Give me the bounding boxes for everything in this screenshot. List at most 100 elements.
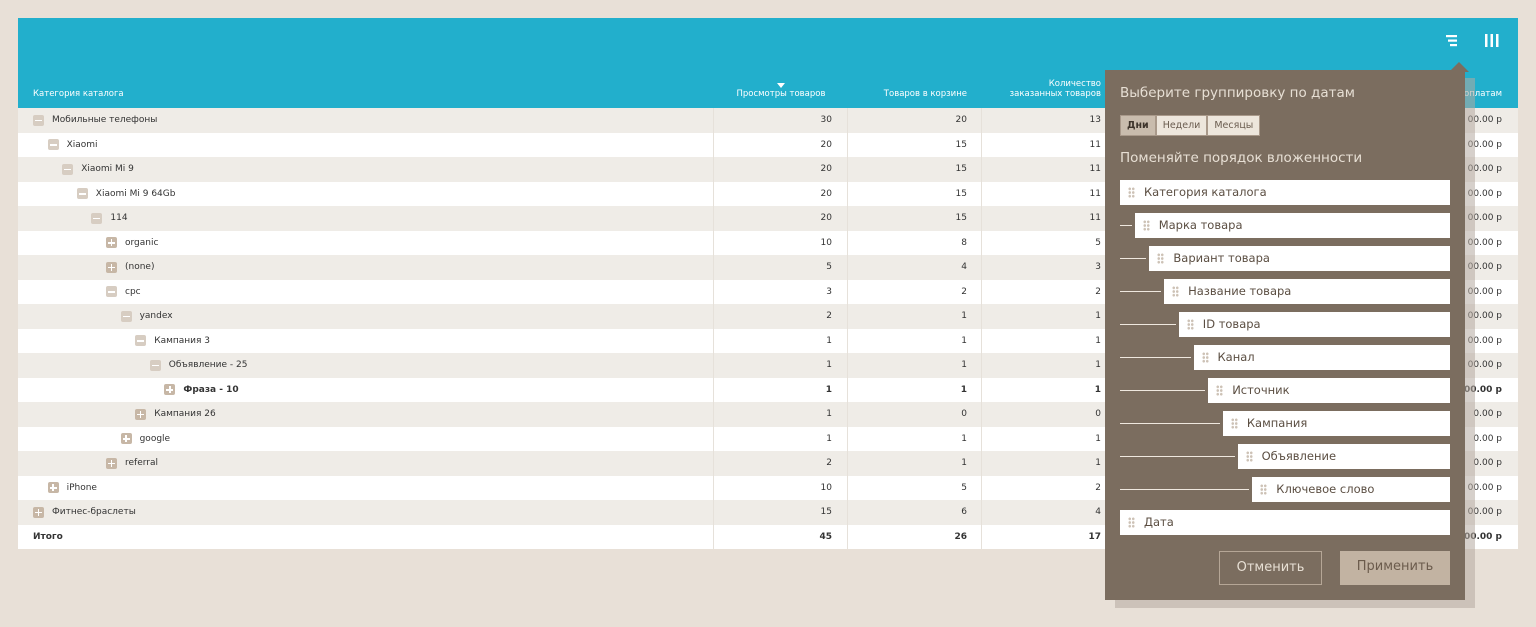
row-label: google — [120, 427, 170, 452]
cell-cart: 15 — [955, 139, 967, 150]
cell-views: 20 — [820, 164, 832, 174]
drag-handle-icon[interactable] — [1186, 319, 1194, 330]
cell-cart: 1 — [961, 433, 967, 444]
expand-icon[interactable] — [47, 482, 59, 494]
date-grouping-option[interactable]: Дни — [1120, 115, 1156, 136]
nesting-item-label: Дата — [1144, 515, 1174, 529]
expand-icon[interactable] — [106, 237, 117, 249]
nesting-item[interactable]: Ключевое слово — [1252, 477, 1450, 502]
cell-cart: 1 — [961, 360, 967, 370]
cell-cart: 1 — [961, 458, 967, 468]
cell-ordered: 11 — [1089, 213, 1101, 223]
expand-icon[interactable] — [120, 433, 132, 445]
row-label-text: Фитнес-браслеты — [52, 507, 136, 517]
expand-icon[interactable] — [106, 457, 117, 469]
nesting-item[interactable]: Название товара — [1164, 279, 1450, 304]
nesting-item-label: ID товара — [1202, 317, 1261, 331]
nesting-item[interactable]: Вариант товара — [1149, 246, 1450, 271]
nesting-item[interactable]: Объявление — [1237, 444, 1450, 469]
report-page: Категория каталога Просмотры товаров Тов… — [0, 0, 1536, 627]
date-grouping-option[interactable]: Месяцы — [1207, 115, 1261, 136]
row-label-text: Кампания 26 — [154, 409, 216, 419]
cell-cart: 15 — [955, 213, 967, 223]
nesting-item[interactable]: Марка товара — [1134, 213, 1450, 238]
cell-cart: 1 — [960, 384, 967, 395]
column-header-views-label: Просмотры товаров — [736, 89, 826, 99]
drag-handle-icon[interactable] — [1245, 451, 1253, 462]
row-label-text: 114 — [110, 213, 128, 223]
row-label-text: Xiaomi — [66, 139, 98, 150]
column-header-ordered[interactable]: Количество заказанных товаров — [996, 79, 1101, 99]
nesting-item[interactable]: Дата — [1120, 510, 1450, 535]
drag-handle-icon[interactable] — [1216, 385, 1224, 396]
expand-icon[interactable] — [164, 384, 176, 396]
nesting-item[interactable]: Источник — [1208, 378, 1450, 403]
row-label: yandex — [120, 304, 173, 329]
row-label: Итого — [33, 525, 63, 550]
cell-cart: 0 — [961, 409, 967, 419]
nesting-connector — [1120, 489, 1250, 490]
filter-icon[interactable] — [1444, 32, 1462, 50]
collapse-icon[interactable] — [106, 286, 117, 298]
cell-ordered: 2 — [1095, 482, 1101, 493]
columns-icon[interactable] — [1483, 32, 1501, 50]
drag-handle-icon[interactable] — [1128, 187, 1135, 198]
collapse-icon[interactable] — [33, 114, 44, 126]
nesting-item[interactable]: ID товара — [1178, 312, 1450, 337]
expand-icon[interactable] — [135, 408, 147, 420]
cell-views: 45 — [819, 531, 832, 542]
nesting-item-label: Объявление — [1261, 449, 1337, 463]
cell-cart: 26 — [954, 531, 967, 542]
row-label: Фраза - 10 — [164, 378, 239, 403]
row-label: Xiaomi Mi 9 — [62, 157, 134, 182]
nesting-item-label: Ключевое слово — [1276, 482, 1375, 496]
cell-ordered: 1 — [1095, 433, 1101, 444]
column-header-category[interactable]: Категория каталога — [33, 89, 124, 99]
expand-icon[interactable] — [106, 261, 117, 273]
column-header-views[interactable]: Просмотры товаров — [728, 83, 834, 99]
cell-views: 20 — [820, 139, 832, 150]
collapse-icon[interactable] — [135, 335, 147, 347]
expand-icon[interactable] — [33, 506, 44, 518]
row-label: Кампания 26 — [135, 402, 216, 427]
group-by-date-title: Выберите группировку по датам — [1120, 85, 1355, 101]
drag-handle-icon[interactable] — [1260, 484, 1268, 495]
collapse-icon[interactable] — [47, 139, 59, 151]
cell-ordered: 1 — [1095, 458, 1101, 468]
column-divider — [847, 108, 848, 549]
collapse-icon[interactable] — [76, 188, 88, 200]
nesting-item[interactable]: Категория каталога — [1120, 180, 1450, 205]
cell-ordered: 0 — [1095, 409, 1101, 419]
nesting-connector — [1120, 456, 1235, 457]
drag-handle-icon[interactable] — [1128, 517, 1135, 528]
collapse-icon[interactable] — [149, 359, 161, 371]
cell-ordered: 1 — [1094, 384, 1101, 395]
drag-handle-icon[interactable] — [1157, 253, 1165, 264]
collapse-icon[interactable] — [62, 163, 74, 175]
cancel-button[interactable]: Отменить — [1219, 551, 1322, 585]
row-label: Фитнес-браслеты — [33, 500, 136, 525]
cell-ordered: 1 — [1095, 311, 1101, 321]
nesting-connector — [1120, 258, 1147, 259]
nesting-item-label: Название товара — [1188, 284, 1292, 298]
row-label: iPhone — [47, 476, 97, 501]
date-grouping-option[interactable]: Недели — [1155, 115, 1208, 136]
row-label-text: Xiaomi Mi 9 — [81, 164, 134, 174]
nesting-item[interactable]: Канал — [1193, 345, 1450, 370]
drag-handle-icon[interactable] — [1201, 352, 1209, 363]
drag-handle-icon[interactable] — [1230, 418, 1238, 429]
row-label: Xiaomi Mi 9 64Gb — [76, 182, 175, 207]
row-label-text: cpc — [125, 286, 141, 297]
nesting-item[interactable]: Кампания — [1222, 411, 1450, 436]
cell-cart: 5 — [961, 482, 967, 493]
collapse-icon[interactable] — [91, 212, 103, 224]
cell-ordered: 13 — [1089, 115, 1101, 125]
row-label: 114 — [91, 206, 128, 231]
nesting-connector — [1120, 225, 1132, 226]
apply-button[interactable]: Применить — [1340, 551, 1450, 585]
drag-handle-icon[interactable] — [1142, 220, 1150, 231]
drag-handle-icon[interactable] — [1172, 286, 1180, 297]
column-header-cart[interactable]: Товаров в корзине — [863, 89, 967, 99]
cell-views: 20 — [820, 188, 832, 199]
collapse-icon[interactable] — [120, 310, 132, 322]
